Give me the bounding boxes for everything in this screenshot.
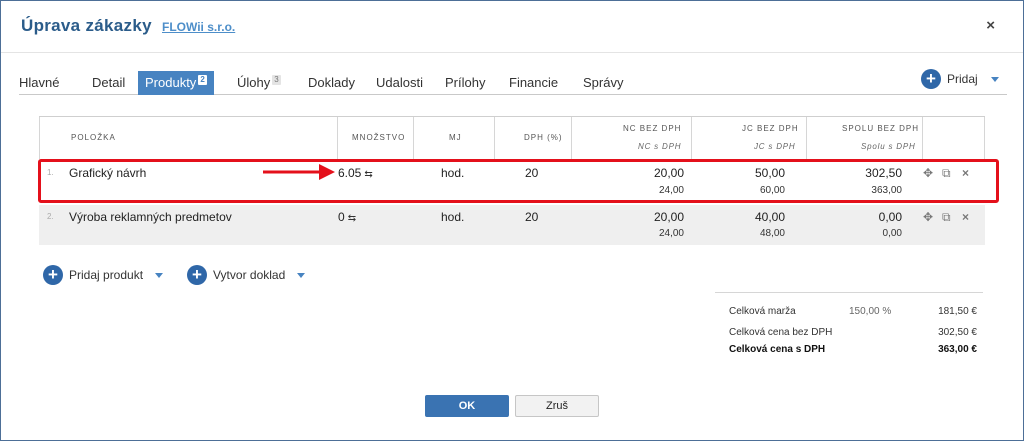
- margin-percent: 150,00 %: [849, 306, 892, 317]
- row-number: 1.: [47, 168, 54, 177]
- chevron-down-icon[interactable]: [990, 76, 999, 82]
- jc-vat-value: 48,00: [759, 228, 785, 239]
- total-vat-value: 363,00: [871, 185, 902, 196]
- jc-value[interactable]: 40,00: [699, 210, 785, 224]
- divider: [337, 117, 338, 159]
- duplicate-icon[interactable]: ⧉: [942, 210, 951, 225]
- create-document-label: Vytvor doklad: [213, 268, 286, 282]
- tab-spravy[interactable]: Správy: [583, 71, 623, 95]
- chevron-down-icon[interactable]: [155, 272, 164, 278]
- tab-bar: Hlavné Detail Produkty 2 Úlohy 3 Doklady U…: [19, 71, 1007, 95]
- tab-ulohy[interactable]: Úlohy 3: [237, 71, 281, 95]
- tab-prilohy[interactable]: Prílohy: [445, 71, 485, 95]
- dialog-title: Úprava zákazky: [21, 16, 152, 35]
- row-number: 2.: [47, 212, 54, 221]
- divider: [39, 117, 40, 159]
- refresh-icon[interactable]: ⇆: [364, 169, 372, 180]
- create-document-button[interactable]: + Vytvor doklad: [187, 265, 306, 287]
- add-product-button[interactable]: + Pridaj produkt: [43, 265, 164, 287]
- divider: [571, 117, 572, 159]
- tab-produkty[interactable]: Produkty 2: [138, 71, 214, 95]
- add-button[interactable]: + Pridaj: [921, 69, 999, 89]
- margin-value: 181,50 €: [938, 306, 977, 317]
- plus-circle-icon: +: [187, 265, 207, 285]
- divider: [494, 117, 495, 159]
- add-product-label: Pridaj produkt: [69, 268, 144, 282]
- tab-produkty-label: Produkty: [145, 75, 197, 90]
- tab-hlavne[interactable]: Hlavné: [19, 71, 59, 95]
- total-value: 0,00: [878, 210, 902, 224]
- totals-panel: Celková marža 150,00 % 181,50 € Celková …: [715, 292, 983, 355]
- move-icon[interactable]: ✥: [923, 210, 933, 224]
- unit[interactable]: hod.: [441, 210, 464, 224]
- quantity-value: 6.05: [338, 166, 362, 180]
- total-vat-value: 0,00: [882, 228, 902, 239]
- jc-vat-value: 60,00: [759, 185, 785, 196]
- ok-button[interactable]: OK: [425, 395, 509, 417]
- plus-circle-icon: +: [43, 265, 63, 285]
- dialog-header: Úprava zákazky FLOWii s.r.o. ×: [1, 1, 1023, 53]
- nc-value[interactable]: 20,00: [594, 210, 684, 224]
- col-header-nc: NC BEZ DPH: [623, 124, 682, 133]
- company-link[interactable]: FLOWii s.r.o.: [162, 20, 235, 34]
- quantity[interactable]: 6.05 ⇆: [338, 166, 373, 180]
- tab-udalosti[interactable]: Udalosti: [376, 71, 423, 95]
- cancel-button[interactable]: Zruš: [515, 395, 599, 417]
- divider: [413, 117, 414, 159]
- gross-total-label: Celková cena s DPH: [729, 344, 826, 355]
- product-name[interactable]: Výroba reklamných predmetov: [69, 210, 232, 224]
- divider: [984, 117, 985, 159]
- move-icon[interactable]: ✥: [923, 166, 933, 180]
- order-edit-dialog: Úprava zákazky FLOWii s.r.o. × Hlavné De…: [0, 0, 1024, 441]
- net-total-value: 302,50 €: [938, 327, 977, 338]
- tab-ulohy-count: 3: [272, 75, 281, 85]
- product-name[interactable]: Grafický návrh: [69, 166, 146, 180]
- chevron-down-icon[interactable]: [297, 272, 306, 278]
- delete-icon[interactable]: ×: [962, 166, 969, 180]
- col-subheader-spolu: Spolu s DPH: [861, 142, 916, 151]
- products-table: POLOŽKA MNOŽSTVO MJ DPH (%) NC BEZ DPH N…: [39, 116, 985, 245]
- duplicate-icon[interactable]: ⧉: [942, 166, 951, 181]
- divider: [922, 117, 923, 159]
- add-button-label: Pridaj: [947, 72, 978, 86]
- nc-value[interactable]: 20,00: [594, 166, 684, 180]
- plus-circle-icon: +: [921, 69, 941, 89]
- col-header-mj: MJ: [449, 133, 462, 142]
- tab-doklady[interactable]: Doklady: [308, 71, 355, 95]
- tab-detail[interactable]: Detail: [92, 71, 125, 95]
- total-value: 302,50: [865, 166, 902, 180]
- quantity[interactable]: 0 ⇆: [338, 210, 356, 224]
- refresh-icon[interactable]: ⇆: [348, 213, 356, 224]
- divider: [691, 117, 692, 159]
- col-header-jc: JC BEZ DPH: [742, 124, 799, 133]
- gross-total-value: 363,00 €: [938, 344, 977, 355]
- tab-ulohy-label: Úlohy: [237, 75, 271, 90]
- delete-icon[interactable]: ×: [962, 210, 969, 224]
- vat-rate[interactable]: 20: [525, 210, 538, 224]
- col-header-dph: DPH (%): [524, 133, 563, 142]
- col-subheader-nc: NC s DPH: [638, 142, 682, 151]
- col-header-mnozstvo: MNOŽSTVO: [352, 133, 406, 142]
- col-header-polozka: POLOŽKA: [71, 133, 116, 142]
- unit[interactable]: hod.: [441, 166, 464, 180]
- table-row[interactable]: 1. Grafický návrh 6.05 ⇆ hod. 20 20,00 24…: [39, 159, 985, 205]
- nc-vat-value: 24,00: [658, 228, 684, 239]
- net-total-label: Celková cena bez DPH: [729, 327, 833, 338]
- close-icon[interactable]: ×: [986, 17, 995, 34]
- vat-rate[interactable]: 20: [525, 166, 538, 180]
- jc-value[interactable]: 50,00: [699, 166, 785, 180]
- tab-financie[interactable]: Financie: [509, 71, 558, 95]
- red-arrow-icon: [263, 164, 335, 180]
- divider: [806, 117, 807, 159]
- quantity-value: 0: [338, 210, 345, 224]
- col-subheader-jc: JC s DPH: [754, 142, 796, 151]
- margin-label: Celková marža: [729, 306, 796, 317]
- table-row[interactable]: 2. Výroba reklamných predmetov 0 ⇆ hod. 2…: [39, 205, 985, 245]
- col-header-spolu: SPOLU BEZ DPH: [842, 124, 920, 133]
- nc-vat-value: 24,00: [658, 185, 684, 196]
- tab-produkty-count: 2: [198, 75, 207, 85]
